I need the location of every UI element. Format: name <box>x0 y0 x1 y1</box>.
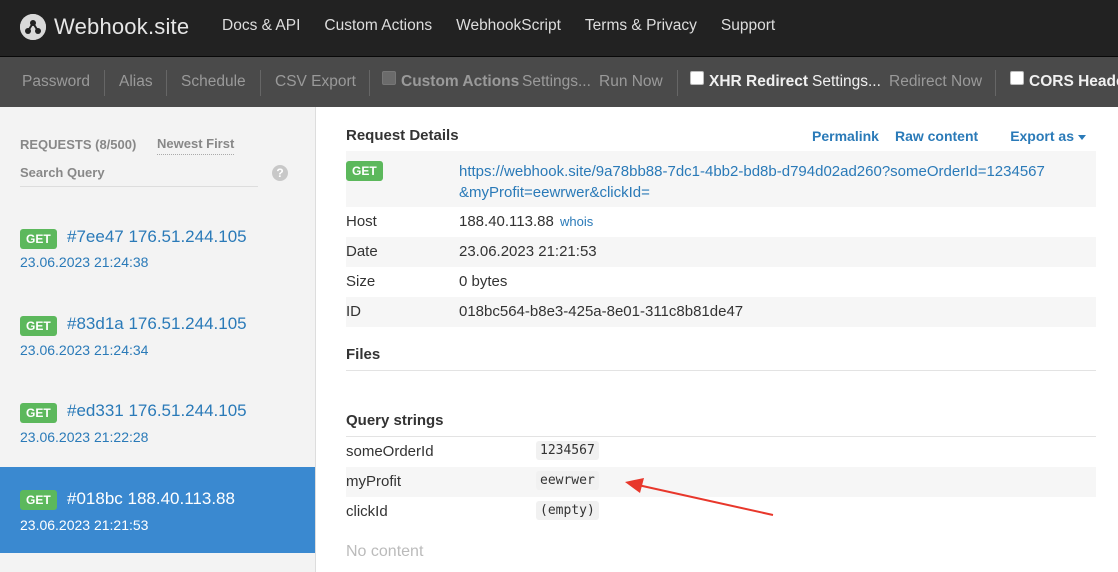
toolbar-divider <box>995 70 996 96</box>
toolbar-divider <box>260 70 261 96</box>
nav-docs-api[interactable]: Docs & API <box>210 0 312 56</box>
request-title: #ed331 176.51.244.105 <box>67 401 247 420</box>
nav-custom-actions[interactable]: Custom Actions <box>312 0 444 56</box>
request-title: #83d1a 176.51.244.105 <box>67 314 247 333</box>
request-date: 23.06.2023 21:24:34 <box>20 342 149 358</box>
nav-support[interactable]: Support <box>709 0 787 56</box>
toolbar-divider <box>166 70 167 96</box>
request-details-panel: Request Details Permalink Raw content Ex… <box>316 107 1118 572</box>
brand[interactable]: Webhook.site <box>20 12 189 42</box>
schedule-button[interactable]: Schedule <box>181 57 246 107</box>
requests-sidebar: REQUESTS (8/500) Newest First Search Que… <box>0 107 316 572</box>
request-date: 23.06.2023 21:21:53 <box>20 517 149 533</box>
toolbar-divider <box>369 70 370 96</box>
request-item[interactable]: GET #83d1a 176.51.244.105 23.06.2023 21:… <box>0 281 315 367</box>
toolbar: Password Alias Schedule CSV Export Custo… <box>0 57 1118 107</box>
annotation-arrow-icon <box>625 478 774 516</box>
brand-name: Webhook.site <box>54 14 190 39</box>
request-title: #018bc 188.40.113.88 <box>67 489 235 508</box>
cors-headers-label: CORS Heade <box>1029 73 1118 90</box>
request-title: #7ee47 176.51.244.105 <box>67 227 247 246</box>
search-query-input[interactable]: Search Query <box>20 165 258 187</box>
top-navbar: Webhook.site Docs & API Custom Actions W… <box>0 0 1118 57</box>
nav-webhookscript[interactable]: WebhookScript <box>444 0 573 56</box>
request-date: 23.06.2023 21:24:38 <box>20 254 149 270</box>
request-item[interactable]: GET #7ee47 176.51.244.105 23.06.2023 21:… <box>0 193 315 279</box>
method-badge: GET <box>20 229 57 249</box>
method-badge: GET <box>20 316 57 336</box>
custom-actions-settings-button[interactable]: Settings... <box>522 57 591 107</box>
cors-headers-checkbox[interactable] <box>1010 71 1024 85</box>
custom-actions-checkbox[interactable] <box>382 71 396 85</box>
request-item[interactable]: GET #ed331 176.51.244.105 23.06.2023 21:… <box>0 368 315 454</box>
help-icon[interactable]: ? <box>272 165 288 181</box>
method-badge: GET <box>20 403 57 423</box>
sort-order-toggle[interactable]: Newest First <box>157 136 235 155</box>
xhr-settings-button[interactable]: Settings... <box>812 57 881 107</box>
webhook-logo-icon <box>20 14 46 40</box>
toolbar-divider <box>104 70 105 96</box>
csv-export-button[interactable]: CSV Export <box>275 57 356 107</box>
request-item-selected[interactable]: GET #018bc 188.40.113.88 23.06.2023 21:2… <box>0 467 315 553</box>
password-button[interactable]: Password <box>22 57 90 107</box>
requests-count: REQUESTS (8/500) <box>20 137 137 152</box>
request-date: 23.06.2023 21:22:28 <box>20 429 149 445</box>
redirect-now-button[interactable]: Redirect Now <box>889 57 982 107</box>
run-now-button[interactable]: Run Now <box>599 57 663 107</box>
xhr-redirect-checkbox[interactable] <box>690 71 704 85</box>
nav-terms-privacy[interactable]: Terms & Privacy <box>573 0 709 56</box>
nav-links: Docs & API Custom Actions WebhookScript … <box>210 0 787 56</box>
xhr-redirect-label: XHR Redirect <box>709 73 809 90</box>
alias-button[interactable]: Alias <box>119 57 153 107</box>
custom-actions-label: Custom Actions <box>401 73 520 90</box>
method-badge: GET <box>20 490 57 510</box>
toolbar-divider <box>677 70 678 96</box>
